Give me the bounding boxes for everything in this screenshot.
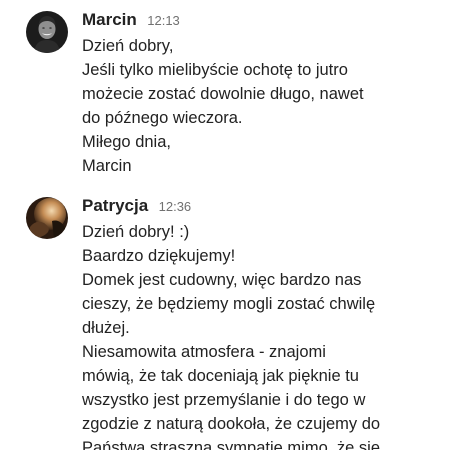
- avatar[interactable]: [26, 197, 68, 239]
- message-line: Marcin: [82, 157, 132, 175]
- author-name[interactable]: Patrycja: [82, 196, 148, 215]
- message-timestamp: 12:13: [147, 13, 180, 28]
- message-line: dłużej.: [82, 319, 130, 337]
- message-line: Dzień dobry! :): [82, 223, 190, 241]
- message-line: Domek jest cudowny, więc bardzo nas: [82, 271, 362, 289]
- message-line: możecie zostać dowolnie długo, nawet: [82, 85, 364, 103]
- message-text: Dzień dobry, Jeśli tylko mielibyście och…: [82, 34, 442, 178]
- message-line: Jeśli tylko mielibyście ochotę to jutro: [82, 61, 348, 79]
- message-text: Dzień dobry! :) Baardzo dziękujemy! Dome…: [82, 220, 442, 450]
- author-name[interactable]: Marcin: [82, 10, 137, 29]
- message-body: Patrycja 12:36 Dzień dobry! :) Baardzo d…: [82, 194, 442, 450]
- message-line: Państwa straszną sympatię mimo, że się: [82, 439, 381, 450]
- message-line: do późnego wieczora.: [82, 109, 243, 127]
- message-line: Niesamowita atmosfera - znajomi: [82, 343, 326, 361]
- message-line: Dzień dobry,: [82, 37, 174, 55]
- message-header: Patrycja 12:36: [82, 194, 442, 218]
- message-line: Miłego dnia,: [82, 133, 171, 151]
- avatar[interactable]: [26, 11, 68, 53]
- message-line: zgodzie z naturą dookoła, że czujemy do: [82, 415, 381, 433]
- message-line: mówią, że tak doceniają jak pięknie tu: [82, 367, 359, 385]
- message-thread: Marcin 12:13 Dzień dobry, Jeśli tylko mi…: [0, 0, 450, 450]
- avatar-photo-icon: [26, 11, 68, 53]
- message-line: cieszy, że będziemy mogli zostać chwilę: [82, 295, 376, 313]
- avatar-photo-icon: [26, 197, 68, 239]
- message-line: wszystko jest przemyślanie i do tego w: [82, 391, 366, 409]
- message-timestamp: 12:36: [158, 199, 192, 214]
- message-header: Marcin 12:13: [82, 8, 442, 32]
- message-line: Baardzo dziękujemy!: [82, 247, 236, 265]
- message-body: Marcin 12:13 Dzień dobry, Jeśli tylko mi…: [82, 8, 442, 178]
